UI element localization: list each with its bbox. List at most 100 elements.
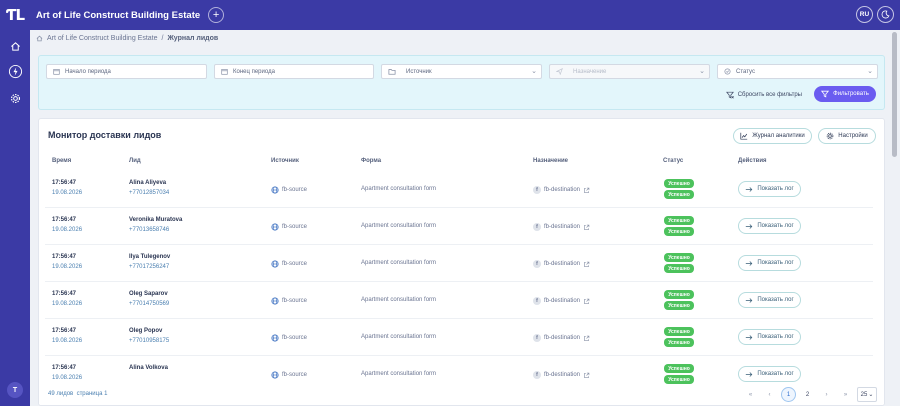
source-placeholder: Источник [406, 68, 432, 75]
external-link-icon[interactable] [583, 187, 590, 194]
sidebar-item-home[interactable] [7, 38, 23, 54]
lead-time: 17:56:47 [52, 254, 77, 260]
status-badge: Успешно [664, 190, 694, 199]
lead-phone[interactable]: +77014750569 [129, 301, 169, 307]
status-badge: Успешно [664, 227, 694, 236]
lead-date: 19.08.2026 [52, 227, 83, 233]
column-header[interactable]: Назначение [533, 158, 568, 164]
external-link-icon[interactable] [583, 298, 590, 305]
app-title: Art of Life Construct Building Estate [36, 9, 201, 21]
facebook-icon: f [533, 186, 541, 194]
column-header[interactable]: Источник [271, 158, 299, 164]
destination-name: fb-destination [544, 187, 581, 193]
user-avatar[interactable]: T [7, 382, 23, 398]
form-name: Apartment consultation form [361, 223, 437, 229]
status-badge: Успешно [664, 364, 694, 373]
status-select[interactable]: Статус ⌄ [717, 64, 878, 79]
filter-icon [821, 90, 830, 98]
lead-date: 19.08.2026 [52, 264, 83, 270]
next-page-button[interactable]: › [819, 387, 834, 402]
last-page-button[interactable]: » [838, 387, 853, 402]
show-log-label: Показать лог [757, 371, 794, 377]
show-log-button[interactable]: Показать лог [738, 218, 801, 234]
period-end-field[interactable]: Конец периода [214, 64, 374, 79]
column-header[interactable]: Время [52, 158, 71, 164]
first-page-button[interactable]: « [743, 387, 758, 402]
add-project-button[interactable]: + [208, 7, 225, 23]
show-log-button[interactable]: Показать лог [738, 329, 801, 345]
table-footer: 49 лидов страница 1 « ‹ 1 2 › » 25 ⌄ [39, 384, 884, 405]
lead-date: 19.08.2026 [52, 301, 83, 307]
globe-icon [271, 371, 279, 379]
status-badge: Успешно [664, 216, 694, 225]
lead-phone[interactable]: +77010958175 [129, 338, 169, 344]
column-header[interactable]: Форма [361, 158, 381, 164]
prev-page-button[interactable]: ‹ [762, 387, 777, 402]
lead-phone[interactable]: +77017256247 [129, 264, 170, 270]
lead-cell: Ilya Tulegenov +77017256247 [129, 254, 170, 270]
source-select[interactable]: Источник ⌄ [381, 64, 542, 79]
external-link-icon[interactable] [583, 372, 590, 379]
time-cell: 17:56:47 19.08.2026 [52, 365, 82, 381]
lead-date: 19.08.2026 [52, 338, 83, 344]
lead-cell: Alina Aliyeva +77012857034 [129, 180, 169, 196]
breadcrumb-separator: / [161, 35, 164, 42]
time-cell: 17:56:47 19.08.2026 [52, 217, 82, 233]
apply-filter-button[interactable]: Фильтровать [814, 86, 876, 102]
show-log-button[interactable]: Показать лог [738, 255, 801, 271]
column-header[interactable]: Статус [663, 158, 683, 164]
status-badge: Успешно [664, 264, 694, 273]
source-cell: fb-source [271, 186, 307, 194]
source-cell: fb-source [271, 371, 307, 379]
column-header[interactable]: Лид [129, 158, 141, 164]
source-name: fb-source [282, 261, 308, 267]
home-icon[interactable] [36, 35, 43, 42]
external-link-icon[interactable] [583, 335, 590, 342]
calendar-icon [221, 69, 228, 75]
lead-phone[interactable]: +77013658746 [129, 227, 182, 233]
facebook-icon: f [533, 371, 541, 379]
facebook-icon: f [533, 297, 541, 305]
app-logo[interactable]: ƬL [0, 0, 30, 30]
source-cell: fb-source [271, 260, 307, 268]
destination-cell: f fb-destination [533, 186, 590, 194]
time-cell: 17:56:47 19.08.2026 [52, 291, 82, 307]
theme-toggle-button[interactable] [877, 6, 894, 23]
show-log-button[interactable]: Показать лог [738, 292, 801, 308]
lead-phone[interactable]: +77012857034 [129, 190, 169, 196]
page-size-select[interactable]: 25 ⌄ [857, 387, 877, 402]
lead-name: Oleg Saparov [129, 291, 168, 297]
sidebar-item-integrations[interactable] [7, 63, 23, 79]
status-cell: Успешно Успешно [664, 290, 694, 310]
breadcrumb-root[interactable]: Art of Life Construct Building Estate [47, 35, 158, 42]
destination-cell: f fb-destination [533, 260, 590, 268]
external-link-icon[interactable] [583, 261, 590, 268]
gear-icon [826, 132, 834, 140]
arrow-right-icon [746, 260, 753, 266]
analytics-log-button[interactable]: Журнал аналитики [733, 128, 812, 144]
chevron-down-icon: ⌄ [867, 68, 873, 75]
period-start-field[interactable]: Начало периода [46, 64, 207, 79]
gear-icon [10, 93, 20, 103]
show-log-button[interactable]: Показать лог [738, 181, 801, 197]
page-button-1[interactable]: 1 [781, 387, 796, 402]
show-log-button[interactable]: Показать лог [738, 366, 801, 382]
globe-icon [271, 297, 279, 305]
status-cell: Успешно Успешно [664, 327, 694, 347]
settings-button[interactable]: Настройки [818, 128, 876, 144]
destination-select: Назначение ⌄ [549, 64, 710, 79]
source-name: fb-source [282, 298, 308, 304]
lead-date: 19.08.2026 [52, 375, 83, 381]
destination-cell: f fb-destination [533, 223, 590, 231]
show-log-label: Показать лог [757, 297, 794, 303]
page-button-2[interactable]: 2 [800, 387, 815, 402]
lead-monitor-card: Монитор доставки лидов Журнал аналитики … [38, 118, 885, 406]
source-cell: fb-source [271, 223, 307, 231]
page-scrollbar[interactable] [892, 32, 897, 157]
status-cell: Успешно Успешно [664, 364, 694, 384]
sidebar-item-settings[interactable] [7, 90, 23, 106]
table-row: 17:56:47 19.08.2026 Alina Aliyeva +77012857… [45, 171, 873, 208]
language-button[interactable]: RU [856, 6, 873, 23]
external-link-icon[interactable] [583, 224, 590, 231]
reset-filters-button[interactable]: Сбросить все фильтры [725, 91, 802, 99]
